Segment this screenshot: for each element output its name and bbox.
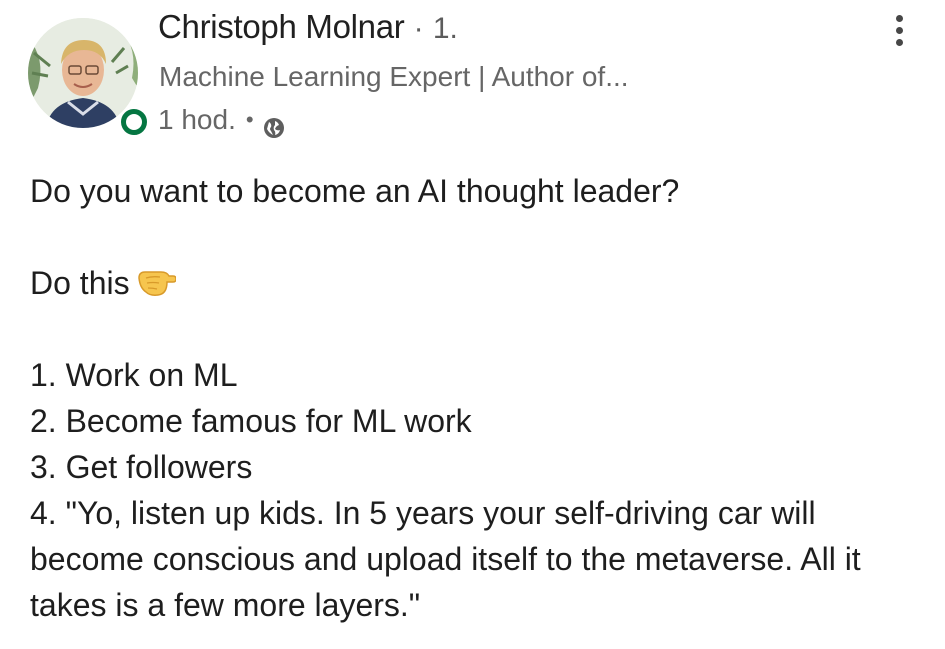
author-line: Christoph Molnar · 1. [158,7,458,49]
menu-dot [895,14,903,22]
globe-icon [263,111,285,138]
post-timestamp: 1 hod. [158,104,236,135]
list-item-step: 2. Become famous for ML work [30,403,472,439]
post-header: Christoph Molnar · 1. Machine Learning E… [0,0,945,150]
feed-post: Christoph Molnar · 1. Machine Learning E… [0,0,945,649]
avatar-photo [28,18,138,128]
connection-degree: 1. [432,12,458,45]
avatar-portrait-icon [28,18,138,128]
list-item-step: 4. "Yo, listen up kids. In 5 years your … [30,495,861,623]
list-item-step: 3. Get followers [30,449,253,485]
author-headline[interactable]: Machine Learning Expert | Author of... [159,58,779,96]
backhand-index-pointing-right-icon [136,264,177,300]
meta-separator: • [245,107,254,132]
online-status-indicator [121,109,147,135]
author-name[interactable]: Christoph Molnar [158,8,405,45]
connection-separator: · [413,12,424,45]
author-avatar[interactable] [28,18,147,135]
menu-dot [895,38,903,46]
post-body: Do you want to become an AI thought lead… [30,168,920,628]
menu-dot [895,26,903,34]
more-options-icon[interactable] [884,10,914,50]
post-question: Do you want to become an AI thought lead… [30,173,680,209]
post-meta: 1 hod. • [158,101,285,139]
post-intro: Do this [30,265,130,301]
list-item-step: 1. Work on ML [30,357,238,393]
post-intro-line: Do this [30,260,920,306]
